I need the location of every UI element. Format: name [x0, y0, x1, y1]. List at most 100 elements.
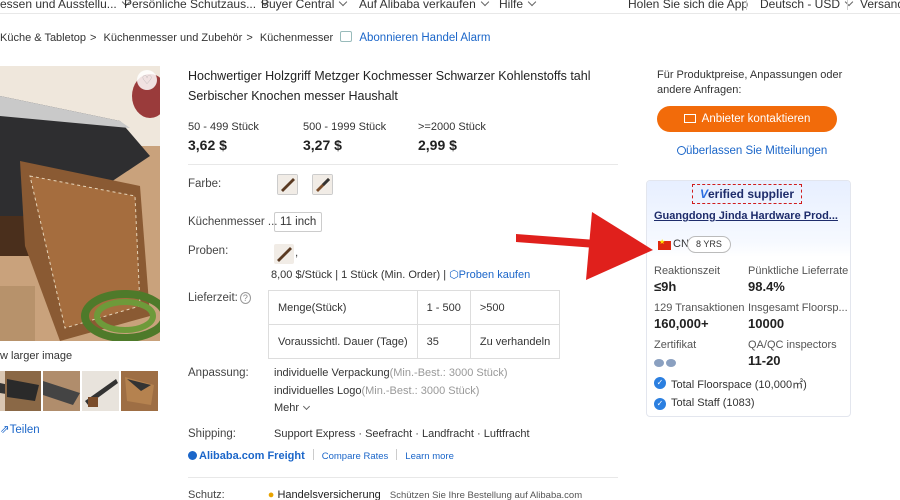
shipping-methods: Support Express · Seefracht · Landfracht…: [274, 428, 530, 440]
sample-price: 8,00 $/Stück | 1 Stück (Min. Order) |: [271, 269, 447, 281]
supplier-name-link[interactable]: Guangdong Jinda Hardware Prod...: [654, 210, 838, 222]
share-link[interactable]: ⇗Teilen: [0, 422, 40, 436]
protection-label: Schutz:: [188, 489, 225, 500]
table-cell: 1 - 500: [416, 290, 471, 325]
nav-item-sell-on-alibaba[interactable]: Auf Alibaba verkaufen: [359, 0, 489, 11]
nav-item-get-app[interactable]: Holen Sie sich die App: [628, 0, 748, 11]
tier-quantity: 500 - 1999 Stück: [303, 121, 387, 133]
divider: [396, 449, 398, 460]
favorite-heart-icon[interactable]: ♡: [137, 70, 157, 90]
knife-size-label: Küchenmesser ...: [188, 216, 278, 228]
nav-item-trade-show[interactable]: essen und Ausstellu...: [0, 0, 130, 11]
years-badge: 8 YRS: [687, 236, 731, 253]
subscribe-trade-alert-link[interactable]: Abonnieren Handel Alarm: [359, 32, 490, 44]
breadcrumb-separator: >: [90, 32, 97, 44]
trade-assurance-desc: Schützen Sie Ihre Bestellung auf Alibaba…: [389, 490, 583, 500]
table-row: Voraussichtl. Dauer (Tage) 35 Zu verhand…: [268, 324, 561, 359]
stat-label: Pünktliche Lieferrate: [748, 265, 849, 277]
stat-value: 11-20: [748, 353, 781, 368]
color-label: Farbe:: [188, 178, 222, 190]
stat-value: ≤9h: [654, 279, 677, 294]
samples-label: Proben:: [188, 245, 229, 257]
freight-brand: Alibaba.com Freight: [199, 450, 305, 462]
nav-item-language-currency[interactable]: Deutsch - USD: [760, 0, 854, 11]
customization-label: Anpassung:: [188, 367, 249, 379]
stat-value: 10000: [748, 316, 785, 331]
thumbnail[interactable]: [121, 371, 158, 411]
verified-supplier-badge: Verified supplier: [692, 184, 802, 204]
tier-price: 2,99 $: [418, 137, 457, 153]
price-tier: 50 - 499 Stück 3,62 $: [188, 121, 259, 153]
sample-thumbnail[interactable]: [274, 244, 294, 264]
stat-label: Reaktionszeit: [654, 265, 721, 277]
stat-label: 129 Transaktionen: [654, 302, 745, 314]
protection-row: Schutz: ● Handelsversicherung Schützen S…: [188, 489, 582, 500]
nav-item-buyer-central[interactable]: Buyer Central: [261, 0, 348, 11]
customization-option: individuelles Logo(Min.-Best.: 3000 Stüc…: [274, 385, 480, 397]
leave-message-link[interactable]: überlassen Sie Mitteilungen: [677, 145, 827, 157]
bell-icon: [340, 31, 353, 42]
more-toggle[interactable]: Mehr: [274, 402, 311, 414]
tier-price: 3,62 $: [188, 137, 227, 153]
nav-item-shipping[interactable]: Versand: [860, 0, 900, 11]
breadcrumb: Küche & Tabletop > Küchenmesser und Zubeh…: [0, 31, 490, 44]
view-larger-image-link[interactable]: w larger image: [0, 350, 72, 362]
thumbnail[interactable]: [5, 371, 41, 411]
chevron-down-icon: [339, 0, 348, 7]
chevron-down-icon: [527, 0, 537, 7]
verified-check-icon: ✓: [654, 398, 666, 410]
product-title: Hochwertiger Holzgriff Metzger Kochmesse…: [188, 69, 591, 103]
main-product-image[interactable]: [0, 66, 160, 341]
table-cell: >500: [469, 290, 561, 325]
inquiry-prompt: Für Produktpreise, Anpassungen oder ande…: [657, 69, 843, 96]
size-option[interactable]: 11 inch: [274, 212, 323, 232]
supplier-card: Verified supplier Guangdong Jinda Hardwa…: [646, 180, 851, 417]
contact-supplier-button[interactable]: Anbieter kontaktieren: [657, 106, 837, 132]
trade-assurance-name[interactable]: Handelsversicherung: [277, 489, 380, 500]
tier-quantity: 50 - 499 Stück: [188, 121, 259, 133]
verified-fact: Total Floorspace (10,000㎡): [671, 379, 807, 391]
shipping-label: Shipping:: [188, 428, 236, 440]
stat-label: Insgesamt Floorsp...: [748, 302, 848, 314]
price-tier: >=2000 Stück 2,99 $: [418, 121, 486, 153]
divider: [188, 164, 618, 165]
samples-separator: ,: [295, 247, 299, 259]
china-flag-icon: [658, 238, 671, 250]
divider: [312, 449, 314, 460]
breadcrumb-separator: >: [246, 32, 253, 44]
breadcrumb-item[interactable]: Küche & Tabletop: [0, 32, 86, 44]
nav-item-ppe[interactable]: Persönliche Schutzaus...: [124, 0, 270, 11]
stat-label: Zertifikat: [654, 339, 697, 351]
table-cell: Zu verhandeln: [469, 324, 561, 359]
certificate-icons[interactable]: [654, 356, 678, 367]
sample-price-line: 8,00 $/Stück | 1 Stück (Min. Order) | ⬡Pr…: [271, 268, 530, 281]
stat-value: 160,000+: [654, 316, 709, 331]
customization-option: individuelle Verpackung(Min.-Best.: 3000…: [274, 367, 508, 379]
compare-rates-link[interactable]: Compare Rates: [322, 451, 389, 462]
divider: [188, 477, 618, 478]
nav-divider: [746, 0, 747, 10]
breadcrumb-item[interactable]: Küchenmesser: [260, 32, 333, 44]
price-tier: 500 - 1999 Stück 3,27 $: [303, 121, 386, 153]
tier-price: 3,27 $: [303, 137, 342, 153]
red-arrow-annotation: [516, 212, 653, 280]
lead-time-table: Menge(Stück) 1 - 500 >500 Voraussichtl. …: [268, 290, 561, 359]
globe-icon: [188, 451, 197, 460]
chevron-down-icon: [480, 0, 489, 7]
nav-divider: [847, 0, 848, 10]
learn-more-link[interactable]: Learn more: [405, 451, 454, 462]
breadcrumb-item[interactable]: Küchenmesser und Zubehör: [104, 32, 243, 44]
stat-label: QA/QC inspectors: [748, 339, 837, 351]
help-icon[interactable]: ?: [239, 292, 251, 304]
tier-quantity: >=2000 Stück: [418, 121, 486, 133]
color-swatch[interactable]: [277, 174, 298, 195]
stat-value: 98.4%: [748, 279, 785, 294]
cube-icon: ⬡: [449, 269, 459, 281]
thumbnail[interactable]: [82, 371, 119, 411]
thumbnail[interactable]: [43, 371, 80, 411]
verified-fact: Total Staff (1083): [671, 397, 755, 409]
knife-photo: [0, 66, 160, 341]
color-swatch[interactable]: [312, 174, 333, 195]
nav-item-help[interactable]: Hilfe: [499, 0, 537, 11]
top-nav: essen und Ausstellu... Persönliche Schut…: [0, 0, 900, 14]
